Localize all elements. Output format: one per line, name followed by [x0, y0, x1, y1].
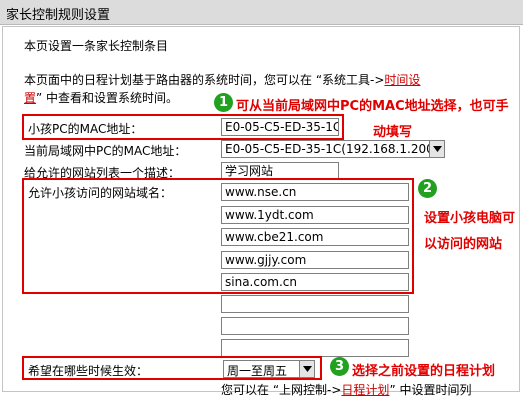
lan-pc-mac-select[interactable]: E0-05-C5-ED-35-1C(192.168.1.200) — [221, 140, 445, 158]
window-title: 家长控制规则设置 — [6, 8, 111, 23]
domain-input-3[interactable]: www.cbe21.com — [221, 228, 409, 246]
description-label: 给允许的网站列表一个描述： — [24, 166, 181, 180]
domain-input-6[interactable] — [221, 295, 409, 313]
allowed-domains-label: 允许小孩访问的网站域名： — [28, 186, 173, 200]
time-settings-link-cont[interactable]: 置 — [24, 91, 36, 105]
step-3-badge: 3 — [330, 357, 349, 376]
annotation-1-line-1: 可从当前局域网中PC的MAC地址选择，也可手 — [236, 99, 509, 114]
schedule-select[interactable]: 周一至周五 — [223, 360, 315, 378]
intro-text: 本页设置一条家长控制条目 — [24, 39, 169, 53]
domain-input-2[interactable]: www.1ydt.com — [221, 206, 409, 224]
step-2-badge: 2 — [418, 179, 437, 198]
description-input[interactable]: 学习网站 — [221, 162, 339, 180]
domain-input-1[interactable]: www.nse.cn — [221, 183, 409, 201]
annotation-2-line-2: 以访问的网站 — [424, 237, 503, 252]
step-1-badge: 1 — [214, 93, 233, 112]
schedule-plan-link[interactable]: 日程计划 — [341, 383, 389, 397]
description-prefix: 本页面中的日程计划基于路由器的系统时间，您可以在 “系统工具-> — [24, 73, 385, 87]
child-mac-label: 小孩PC的MAC地址： — [28, 122, 143, 136]
domain-input-4[interactable]: www.gjjy.com — [221, 251, 409, 269]
domain-input-5[interactable]: sina.com.cn — [221, 273, 409, 291]
description-suffix: ” 中查看和设置系统时间。 — [36, 91, 179, 105]
lan-pc-mac-label: 当前局域网中PC的MAC地址： — [24, 144, 187, 158]
title-bar: 家长控制规则设置 — [0, 0, 523, 25]
description-line-2: 置” 中查看和设置系统时间。 — [24, 89, 178, 106]
schedule-label: 希望在哪些时候生效： — [28, 364, 149, 378]
footer-hint: 您可以在 “上网控制->日程计划” 中设置时间列 — [221, 381, 471, 398]
time-settings-link[interactable]: 时间设 — [384, 73, 420, 87]
lan-pc-mac-selected: E0-05-C5-ED-35-1C(192.168.1.200) — [225, 142, 439, 156]
domain-input-8[interactable] — [221, 339, 409, 357]
chevron-down-icon[interactable] — [429, 141, 444, 157]
annotation-3: 选择之前设置的日程计划 — [352, 364, 496, 379]
domain-input-7[interactable] — [221, 317, 409, 335]
schedule-selected: 周一至周五 — [227, 364, 288, 378]
child-mac-input[interactable]: E0-05-C5-ED-35-1C — [221, 118, 339, 136]
annotation-1-line-2: 动填写 — [373, 125, 413, 140]
footer-suffix: ” 中设置时间列 — [389, 383, 472, 397]
footer-prefix: 您可以在 “上网控制-> — [221, 383, 342, 397]
description-line-1: 本页面中的日程计划基于路由器的系统时间，您可以在 “系统工具->时间设 — [24, 71, 420, 88]
chevron-down-icon[interactable] — [299, 361, 314, 377]
annotation-2-line-1: 设置小孩电脑可 — [424, 211, 516, 226]
